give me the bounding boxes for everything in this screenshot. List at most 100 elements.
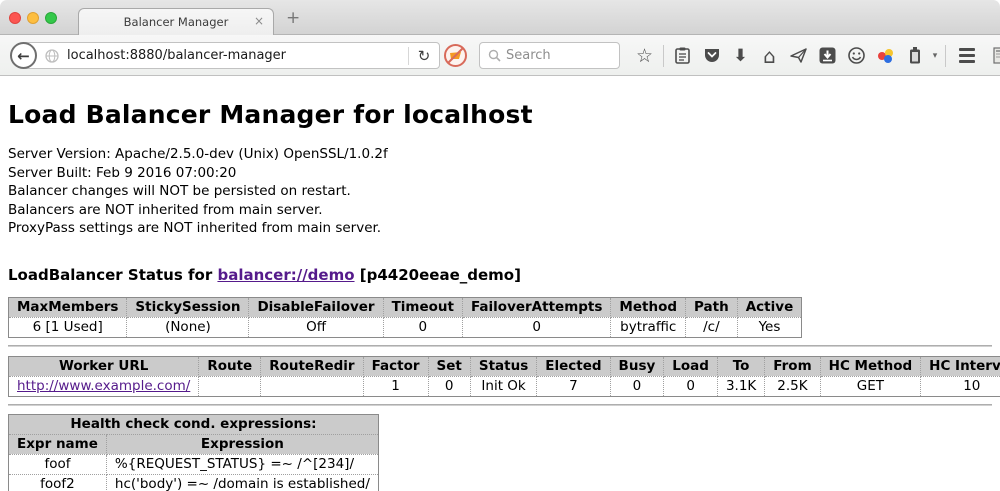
health-check-expressions-table: Health check cond. expressions: Expr nam… <box>8 414 379 491</box>
column-header: From <box>765 356 820 376</box>
status-heading-prefix: LoadBalancer Status for <box>8 266 217 284</box>
loadbalancer-status-heading: LoadBalancer Status for balancer://demo … <box>8 266 992 284</box>
toolbar-separator <box>945 45 946 67</box>
table-cell: 1 <box>363 376 428 396</box>
column-header: Expr name <box>9 434 107 454</box>
tab-bar: Balancer Manager × + <box>0 0 1000 35</box>
divider <box>8 345 992 347</box>
table-cell: bytraffic <box>611 317 686 337</box>
menu-hamburger-icon[interactable] <box>950 35 984 76</box>
tab-title: Balancer Manager <box>124 15 229 29</box>
table-cell: 0 <box>664 376 718 396</box>
status-heading-suffix: [p4420eeae_demo] <box>355 266 521 284</box>
column-header: HC Interval <box>921 356 1000 376</box>
column-header: Path <box>686 297 738 317</box>
bookmark-star-icon[interactable]: ☆ <box>630 35 659 76</box>
expr-name-cell: foof <box>9 454 107 474</box>
balancer-settings-table: MaxMembersStickySessionDisableFailoverTi… <box>8 297 802 338</box>
smiley-extension-icon[interactable] <box>842 35 871 76</box>
table-title-row: Health check cond. expressions: <box>9 414 379 434</box>
table-cell: Init Ok <box>470 376 536 396</box>
table-cell: 10 <box>921 376 1000 396</box>
table-cell: 2.5K <box>765 376 820 396</box>
table-header-row: Expr nameExpression <box>9 434 379 454</box>
reload-button[interactable]: ↻ <box>409 47 439 65</box>
toolbar-icons: ☆ ⬇ ⌂ ▾ <box>630 35 1000 76</box>
tab-close-icon[interactable]: × <box>254 14 264 28</box>
table-cell: GET <box>820 376 921 396</box>
column-header: HC Method <box>820 356 921 376</box>
server-info: Server Version: Apache/2.5.0-dev (Unix) … <box>8 145 992 238</box>
server-info-line: Server Version: Apache/2.5.0-dev (Unix) … <box>8 145 992 164</box>
table-row: 6 [1 Used](None)Off00bytraffic/c/Yes <box>9 317 802 337</box>
page-title: Load Balancer Manager for localhost <box>8 76 992 129</box>
browser-window: Balancer Manager × + ← localhost:8880/ba… <box>0 0 1000 491</box>
downloads-icon[interactable]: ⬇ <box>726 35 755 76</box>
column-header: Elected <box>537 356 610 376</box>
table-cell: Off <box>249 317 383 337</box>
column-header: Route <box>199 356 261 376</box>
overflow-caret-icon[interactable]: ▾ <box>929 35 941 76</box>
navigation-toolbar: ← localhost:8880/balancer-manager ↻ ☆ <box>0 35 1000 76</box>
worker-url-link[interactable]: http://www.example.com/ <box>17 378 190 394</box>
worker-url-cell: http://www.example.com/ <box>9 376 199 396</box>
battery-extension-icon[interactable] <box>900 35 929 76</box>
column-header: Timeout <box>383 297 462 317</box>
table-cell: 3.1K <box>717 376 764 396</box>
table-cell: Yes <box>737 317 802 337</box>
table-cell: 0 <box>383 317 462 337</box>
balancer-demo-link[interactable]: balancer://demo <box>217 266 354 284</box>
page-panel-icon[interactable] <box>984 35 1000 76</box>
send-tab-icon[interactable] <box>784 35 813 76</box>
column-header: Load <box>664 356 718 376</box>
column-header: Expression <box>106 434 378 454</box>
window-minimize-button[interactable] <box>27 12 39 24</box>
column-header: MaxMembers <box>9 297 127 317</box>
tab-balancer-manager[interactable]: Balancer Manager × <box>78 8 274 35</box>
table-header-row: MaxMembersStickySessionDisableFailoverTi… <box>9 297 802 317</box>
expr-name-cell: foof2 <box>9 474 107 491</box>
flashblock-icon[interactable] <box>443 43 468 68</box>
toolbar-separator <box>663 45 664 67</box>
column-header: Status <box>470 356 536 376</box>
column-header: Active <box>737 297 802 317</box>
column-header: DisableFailover <box>249 297 383 317</box>
column-header: To <box>717 356 764 376</box>
table-cell: /c/ <box>686 317 738 337</box>
server-info-line: Balancers are NOT inherited from main se… <box>8 201 992 220</box>
window-close-button[interactable] <box>9 12 21 24</box>
new-tab-button[interactable]: + <box>286 8 300 28</box>
pocket-icon[interactable] <box>697 35 726 76</box>
column-header: Worker URL <box>9 356 199 376</box>
window-zoom-button[interactable] <box>45 12 57 24</box>
color-dots-extension-icon[interactable] <box>871 35 900 76</box>
column-header: Busy <box>610 356 664 376</box>
back-button[interactable]: ← <box>10 42 37 69</box>
url-text[interactable]: localhost:8880/balancer-manager <box>67 48 408 63</box>
server-info-line: Balancer changes will NOT be persisted o… <box>8 182 992 201</box>
table-cell <box>261 376 363 396</box>
table-cell: 6 [1 Used] <box>9 317 127 337</box>
table-cell: 0 <box>463 317 611 337</box>
home-icon[interactable]: ⌂ <box>755 35 784 76</box>
column-header: Factor <box>363 356 428 376</box>
table-header-row: Worker URLRouteRouteRedirFactorSetStatus… <box>9 356 1000 376</box>
table-cell <box>199 376 261 396</box>
video-download-icon[interactable] <box>813 35 842 76</box>
search-icon <box>488 49 501 62</box>
column-header: StickySession <box>127 297 249 317</box>
search-input[interactable] <box>506 48 619 63</box>
expression-cell: %{REQUEST_STATUS} =~ /^[234]/ <box>106 454 378 474</box>
server-info-line: ProxyPass settings are NOT inherited fro… <box>8 219 992 238</box>
clipboard-icon[interactable] <box>668 35 697 76</box>
worker-status-table: Worker URLRouteRouteRedirFactorSetStatus… <box>8 356 1000 397</box>
divider <box>8 404 992 406</box>
url-bar[interactable]: localhost:8880/balancer-manager ↻ <box>22 42 440 69</box>
search-bar[interactable] <box>479 42 620 69</box>
table-row: foof2hc('body') =~ /domain is establishe… <box>9 474 379 491</box>
table-row: http://www.example.com/10Init Ok7003.1K2… <box>9 376 1000 396</box>
server-info-line: Server Built: Feb 9 2016 07:00:20 <box>8 164 992 183</box>
globe-icon <box>45 49 59 63</box>
table-cell: 0 <box>428 376 470 396</box>
column-header: Method <box>611 297 686 317</box>
